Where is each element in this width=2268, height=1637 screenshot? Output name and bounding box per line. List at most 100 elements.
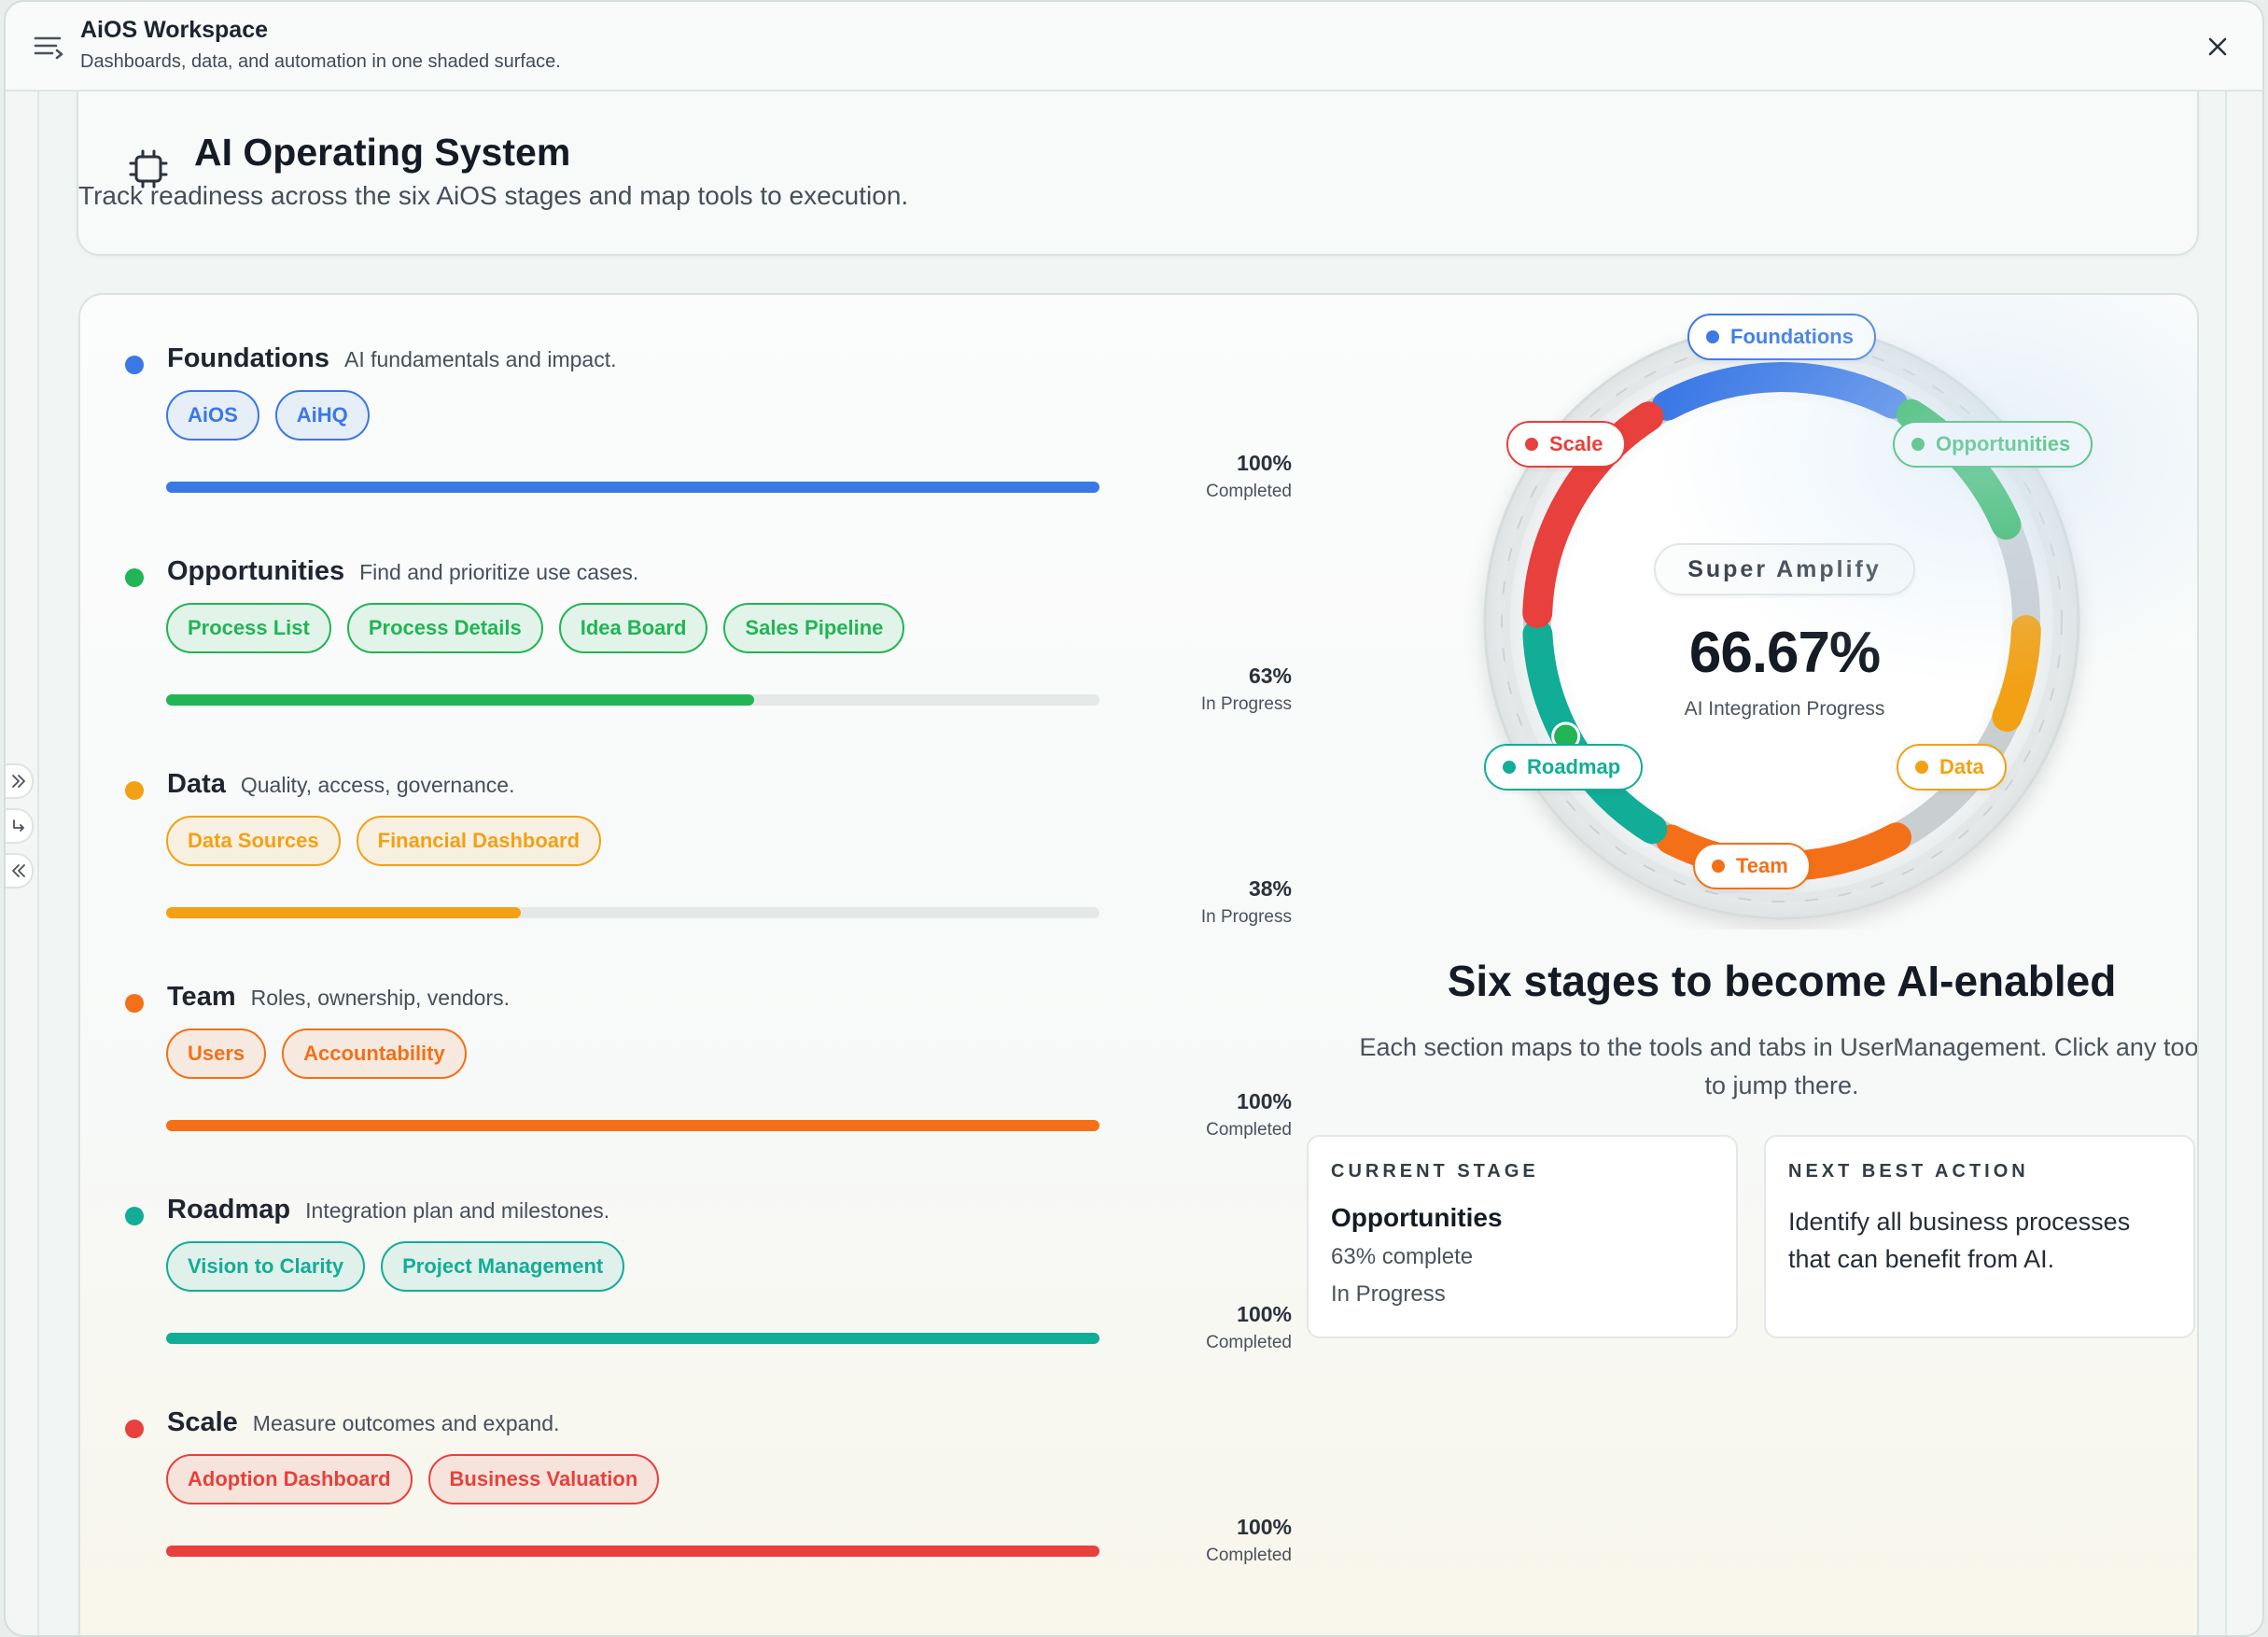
stage-row-roadmap: Roadmap Integration plan and milestones. … [125, 1195, 1292, 1381]
progress-status: Completed [1206, 1120, 1292, 1140]
integration-label: AI Integration Progress [1684, 698, 1885, 720]
ring-badge-foundations[interactable]: Foundations [1687, 314, 1876, 360]
summary-description: Each section maps to the tools and tabs … [1359, 1033, 2199, 1099]
progress-status: Completed [1206, 1333, 1292, 1352]
header-card: AI Operating System Track readiness acro… [77, 91, 2199, 256]
stage-row-opportunities: Opportunities Find and prioritize use cas… [125, 556, 1292, 743]
stage-tools: Users Accountability [166, 1028, 467, 1079]
app-window: AiOS Workspace Dashboards, data, and aut… [4, 0, 2264, 1637]
collapse-left-icon [12, 864, 25, 877]
stage-name: Foundations AI fundamentals and impact. [167, 343, 617, 373]
next-action-card: NEXT BEST ACTION Identify all business p… [1764, 1135, 2195, 1338]
close-button[interactable] [2199, 28, 2236, 65]
progress-bar-fill [166, 907, 521, 918]
stage-dot [125, 568, 144, 587]
tool-tag[interactable]: Business Valuation [427, 1454, 660, 1504]
badge-label: Scale [1549, 432, 1603, 455]
stage-description: Measure outcomes and expand. [252, 1411, 560, 1435]
stages-card: Foundations AI fundamentals and impact. A… [78, 293, 2199, 1635]
close-icon [2208, 37, 2227, 56]
stage-dot [125, 994, 144, 1013]
stage-dot [125, 781, 144, 800]
tool-tag[interactable]: Data Sources [166, 816, 341, 866]
badge-dot [1706, 330, 1719, 343]
page-subtitle: Track readiness across the six AiOS stag… [78, 181, 909, 210]
stage-row-team: Team Roles, ownership, vendors. Users Acco… [125, 982, 1292, 1168]
badge-label: Data [1939, 755, 1984, 778]
mode-pill[interactable]: Super Amplify [1654, 543, 1915, 595]
next-action-text: Identify all business processes that can… [1788, 1208, 2131, 1273]
stage-name: Scale Measure outcomes and expand. [167, 1407, 560, 1437]
stage-row-scale: Scale Measure outcomes and expand. Adopti… [125, 1407, 1292, 1594]
ring-badge-roadmap[interactable]: Roadmap [1484, 744, 1644, 791]
progress-percent: 63% [1248, 664, 1292, 688]
progress-bar-fill [166, 482, 1099, 493]
tool-tag[interactable]: Process List [166, 603, 331, 653]
side-toolbar [6, 763, 35, 898]
progress-percent: 100% [1237, 1302, 1292, 1326]
badge-label: Roadmap [1527, 755, 1621, 778]
stage-description: AI fundamentals and impact. [343, 347, 617, 371]
next-action-heading: NEXT BEST ACTION [1788, 1161, 2029, 1182]
return-icon [13, 819, 24, 832]
stage-name: Data Quality, access, governance. [167, 769, 515, 799]
tool-tag[interactable]: Adoption Dashboard [166, 1454, 413, 1504]
progress-percent: 100% [1237, 451, 1292, 475]
badge-label: Opportunities [1936, 432, 2071, 455]
current-stage-status: In Progress [1331, 1281, 1446, 1307]
stage-description: Integration plan and milestones. [305, 1198, 610, 1223]
badge-label: Foundations [1730, 325, 1854, 348]
tool-tag[interactable]: Process Details [346, 603, 543, 653]
stage-name: Opportunities Find and prioritize use cas… [167, 556, 639, 586]
stage-description: Find and prioritize use cases. [359, 560, 639, 584]
progress-status: In Progress [1200, 907, 1292, 927]
progress-percent: 100% [1237, 1089, 1292, 1113]
tool-tag[interactable]: Financial Dashboard [356, 816, 602, 866]
stage-dot [125, 1207, 144, 1225]
stage-name: Roadmap Integration plan and milestones. [167, 1195, 610, 1224]
tool-tag[interactable]: Project Management [381, 1241, 625, 1292]
return-button[interactable] [6, 808, 34, 844]
ring-badge-opportunities[interactable]: Opportunities [1893, 421, 2093, 468]
tool-tag[interactable]: Sales Pipeline [723, 603, 905, 653]
badge-dot [1712, 860, 1725, 873]
progress-percent: 100% [1237, 1515, 1292, 1539]
tool-tag[interactable]: Accountability [282, 1028, 467, 1079]
progress-ring: Foundations Opportunities Data Team Roadmap S… [1396, 314, 2197, 930]
stage-row-data: Data Quality, access, governance. Data So… [125, 769, 1292, 956]
menu-button[interactable] [30, 30, 67, 63]
expand-right-icon [12, 775, 25, 788]
badge-dot [1525, 438, 1538, 451]
progress-bar-fill [166, 1120, 1099, 1131]
tool-tag[interactable]: AiOS [166, 390, 259, 441]
tool-tag[interactable]: Users [166, 1028, 267, 1079]
progress-bar [166, 907, 1099, 918]
stage-tools: Vision to Clarity Project Management [166, 1241, 625, 1292]
current-stage-heading: CURRENT STAGE [1331, 1161, 1539, 1182]
progress-percent: 38% [1248, 876, 1292, 901]
collapse-button[interactable] [6, 853, 34, 888]
ring-badge-team[interactable]: Team [1693, 843, 1811, 889]
stage-description: Quality, access, governance. [240, 773, 515, 797]
progress-bar [166, 1546, 1099, 1557]
ring-badge-data[interactable]: Data [1897, 744, 2007, 791]
integration-percent: 66.67% [1688, 621, 1881, 685]
progress-bar-fill [166, 1546, 1099, 1557]
badge-label: Team [1736, 854, 1788, 877]
ring-badge-scale[interactable]: Scale [1506, 421, 1626, 468]
progress-status: Completed [1206, 482, 1292, 501]
tool-tag[interactable]: Vision to Clarity [166, 1241, 366, 1292]
stage-dot [125, 1420, 144, 1438]
progress-bar [166, 1333, 1099, 1344]
stage-tools: Adoption Dashboard Business Valuation [166, 1454, 660, 1504]
stage-row-foundations: Foundations AI fundamentals and impact. A… [125, 343, 1292, 530]
app-subtitle: Dashboards, data, and automation in one … [80, 51, 561, 72]
progress-bar [166, 694, 1099, 706]
stage-tools: AiOS AiHQ [166, 390, 370, 441]
tool-tag[interactable]: Idea Board [558, 603, 708, 653]
tool-tag[interactable]: AiHQ [274, 390, 370, 441]
stage-name: Team Roles, ownership, vendors. [167, 982, 511, 1012]
progress-status: In Progress [1200, 694, 1292, 714]
summary-title: Six stages to become AI-enabled [1447, 957, 2117, 1005]
expand-button[interactable] [6, 763, 34, 799]
